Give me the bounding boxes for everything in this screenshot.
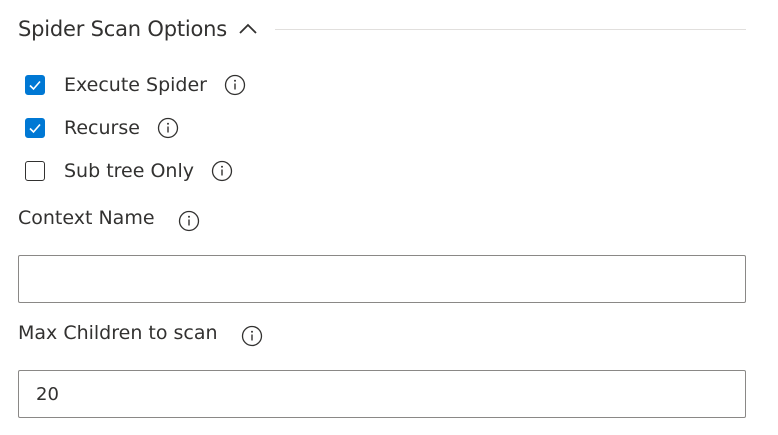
context-name-label-row: Context Name: [18, 204, 200, 232]
checkmark-icon: [29, 123, 41, 134]
section-title: Spider Scan Options: [18, 17, 228, 41]
recurse-label: Recurse: [64, 117, 140, 139]
section-header[interactable]: Spider Scan Options: [18, 12, 746, 46]
info-icon[interactable]: [211, 160, 233, 182]
execute-spider-label: Execute Spider: [64, 74, 207, 96]
option-execute-spider[interactable]: Execute Spider: [25, 72, 246, 98]
option-recurse[interactable]: Recurse: [25, 115, 179, 141]
context-name-label: Context Name: [18, 207, 155, 229]
section-divider: [275, 28, 746, 30]
max-children-label: Max Children to scan: [18, 322, 218, 344]
info-icon[interactable]: [157, 117, 179, 139]
info-icon[interactable]: [224, 74, 246, 96]
execute-spider-checkbox[interactable]: [25, 75, 45, 95]
info-icon[interactable]: [241, 325, 263, 347]
checkmark-icon: [29, 80, 41, 91]
context-name-input[interactable]: [18, 255, 746, 303]
chevron-up-icon[interactable]: [237, 18, 259, 40]
sub-tree-only-label: Sub tree Only: [64, 160, 194, 182]
info-icon[interactable]: [178, 210, 200, 232]
max-children-input[interactable]: [18, 370, 746, 418]
recurse-checkbox[interactable]: [25, 118, 45, 138]
sub-tree-only-checkbox[interactable]: [25, 161, 45, 181]
max-children-label-row: Max Children to scan: [18, 319, 263, 347]
option-sub-tree-only[interactable]: Sub tree Only: [25, 158, 233, 184]
